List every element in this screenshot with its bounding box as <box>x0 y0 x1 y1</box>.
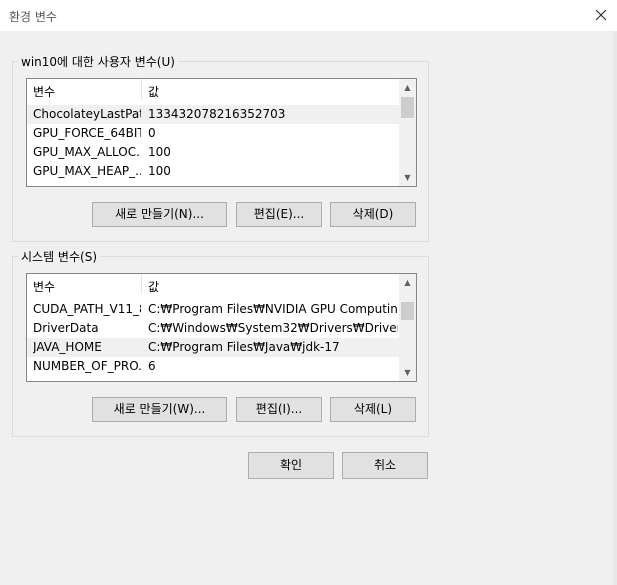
var-name: JAVA_HOME <box>33 340 102 354</box>
var-name: DriverData <box>33 321 99 335</box>
user-delete-button[interactable]: 삭제(D) <box>330 202 416 227</box>
user-vars-list[interactable]: 변수 값 ChocolateyLastPat... 13343207821635… <box>26 78 417 187</box>
chevron-up-icon[interactable]: ▲ <box>399 274 416 291</box>
system-vars-list[interactable]: 변수 값 CUDA_PATH_V11_8 C:₩Program Files₩NV… <box>26 273 417 382</box>
user-vars-label: win10에 대한 사용자 변수(U) <box>18 53 178 70</box>
var-name: GPU_MAX_ALLOC... <box>33 145 141 159</box>
user-edit-button[interactable]: 편집(E)... <box>236 202 322 227</box>
cancel-button[interactable]: 취소 <box>342 452 428 479</box>
var-name: CUDA_PATH_V11_8 <box>33 302 141 316</box>
system-delete-button[interactable]: 삭제(L) <box>330 397 416 422</box>
chevron-down-icon[interactable]: ▼ <box>399 364 416 381</box>
list-item[interactable]: DriverData C:₩Windows₩System32₩Drivers₩D… <box>27 319 399 338</box>
column-divider[interactable] <box>141 79 142 99</box>
var-value: 6 <box>148 359 156 373</box>
system-vars-label: 시스템 변수(S) <box>18 248 100 265</box>
list-item[interactable]: GPU_MAX_ALLOC... 100 <box>27 143 399 162</box>
var-name: GPU_FORCE_64BIT... <box>33 126 141 140</box>
system-new-button[interactable]: 새로 만들기(W)... <box>92 397 227 422</box>
list-item[interactable]: ChocolateyLastPat... 133432078216352703 <box>27 105 399 124</box>
var-value: 133432078216352703 <box>148 107 286 121</box>
scrollbar-thumb[interactable] <box>401 302 414 320</box>
list-item[interactable]: JAVA_HOME C:₩Program Files₩Java₩jdk-17 <box>27 338 399 357</box>
var-value: C:₩Program Files₩Java₩jdk-17 <box>148 340 340 354</box>
var-value: C:₩Windows₩System32₩Drivers₩DriverData <box>148 321 398 335</box>
user-new-button[interactable]: 새로 만들기(N)... <box>92 202 227 227</box>
var-value: C:₩Program Files₩NVIDIA GPU Computing... <box>148 302 398 316</box>
chevron-up-icon[interactable]: ▲ <box>399 79 416 96</box>
var-value: 100 <box>148 145 171 159</box>
close-icon[interactable] <box>592 6 610 24</box>
column-header-name[interactable]: 변수 <box>33 278 55 295</box>
ok-button[interactable]: 확인 <box>248 452 334 479</box>
list-header: 변수 값 <box>27 79 399 100</box>
title-bar: 환경 변수 <box>0 0 617 31</box>
list-item[interactable]: GPU_MAX_HEAP_... 100 <box>27 162 399 181</box>
vertical-scrollbar[interactable]: ▲ ▼ <box>399 79 416 186</box>
list-item[interactable]: CUDA_PATH_V11_8 C:₩Program Files₩NVIDIA … <box>27 300 399 319</box>
window-title: 환경 변수 <box>9 10 57 24</box>
vertical-scrollbar[interactable]: ▲ ▼ <box>399 274 416 381</box>
scrollbar-thumb[interactable] <box>401 97 414 118</box>
list-item[interactable]: GPU_FORCE_64BIT... 0 <box>27 124 399 143</box>
window-edge <box>613 31 617 585</box>
var-name: NUMBER_OF_PRO... <box>33 359 141 373</box>
chevron-down-icon[interactable]: ▼ <box>399 169 416 186</box>
system-edit-button[interactable]: 편집(I)... <box>236 397 322 422</box>
column-header-value[interactable]: 값 <box>148 83 159 100</box>
var-name: GPU_MAX_HEAP_... <box>33 164 141 178</box>
var-name: ChocolateyLastPat... <box>33 107 141 121</box>
column-header-name[interactable]: 변수 <box>33 83 55 100</box>
var-value: 0 <box>148 126 156 140</box>
column-header-value[interactable]: 값 <box>148 278 159 295</box>
var-value: 100 <box>148 164 171 178</box>
list-header: 변수 값 <box>27 274 399 295</box>
column-divider[interactable] <box>141 274 142 294</box>
list-item[interactable]: NUMBER_OF_PRO... 6 <box>27 357 399 376</box>
